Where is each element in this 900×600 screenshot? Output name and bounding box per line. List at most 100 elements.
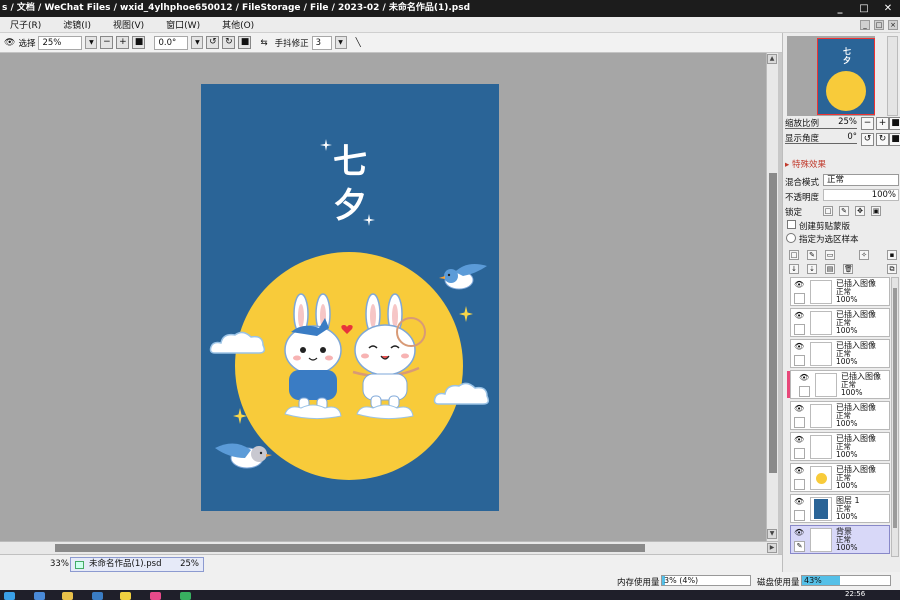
eye-icon[interactable]: 👁 xyxy=(799,373,809,383)
navigator-preview[interactable]: 七夕 xyxy=(787,36,875,116)
minimize-button[interactable]: _ xyxy=(828,0,852,17)
layer-item[interactable]: 👁 已插入图像 正常 100% xyxy=(790,432,890,461)
taskbar-app-icon[interactable] xyxy=(150,592,161,600)
pen-icon[interactable]: ✎ xyxy=(794,541,805,552)
nav-rotate-reset-button[interactable]: ■ xyxy=(889,133,900,146)
layer-effects-icon[interactable]: ✧ xyxy=(859,250,869,260)
nav-zoom-out-button[interactable]: − xyxy=(861,117,874,130)
layer-mask-icon[interactable]: ▪ xyxy=(887,250,897,260)
menu-other[interactable]: 其他(O) xyxy=(212,18,266,31)
effects-toggle[interactable]: ▸ 特殊效果 xyxy=(785,158,826,170)
zoom-out-button[interactable]: − xyxy=(100,36,114,49)
scroll-up-arrow-icon[interactable]: ▲ xyxy=(767,54,777,64)
layer-item[interactable]: 👁 已插入图像 正常 100% xyxy=(790,339,890,368)
canvas-vertical-scrollbar[interactable]: ▲ ▼ xyxy=(766,53,778,541)
taskbar-app-icon[interactable] xyxy=(92,592,103,600)
eye-icon[interactable]: 👁 xyxy=(4,38,15,48)
new-layer-icon[interactable]: □ xyxy=(789,250,799,260)
layer-item[interactable]: 👁 已插入图像 正常 100% xyxy=(790,277,890,306)
layer-lock-box[interactable] xyxy=(794,293,805,304)
close-button[interactable]: ✕ xyxy=(876,0,900,17)
menu-filter[interactable]: 滤镜(I) xyxy=(53,18,103,31)
layer-item[interactable]: 👁 图层 1 正常 100% xyxy=(790,494,890,523)
document-tab[interactable]: 未命名作品(1).psd 25% xyxy=(70,557,204,572)
doc-minimize-button[interactable]: _ xyxy=(860,20,870,30)
clipping-mask-checkbox[interactable] xyxy=(787,220,796,229)
flip-icon[interactable]: ⇆ xyxy=(260,38,267,48)
nav-rotate-right-button[interactable]: ↻ xyxy=(876,133,889,146)
artwork-canvas[interactable]: 七夕 xyxy=(201,84,499,511)
doc-close-button[interactable]: × xyxy=(888,20,898,30)
zoom-reset-button[interactable]: ■ xyxy=(132,36,146,49)
layer-lock-box[interactable] xyxy=(794,324,805,335)
canvas-horizontal-scrollbar[interactable]: ▶ xyxy=(0,541,778,554)
opacity-slider[interactable]: 100% xyxy=(823,189,899,201)
layer-item[interactable]: 👁 已插入图像 正常 100% xyxy=(790,401,890,430)
zoom-field[interactable]: 25% xyxy=(38,35,83,50)
taskbar-app-icon[interactable] xyxy=(34,592,45,600)
pen-slash-icon[interactable]: ╲ xyxy=(356,38,361,48)
zoom-in-button[interactable]: + xyxy=(116,36,130,49)
layer-item[interactable]: 👁 已插入图像 正常 100% xyxy=(787,370,890,399)
eye-icon[interactable]: 👁 xyxy=(794,497,804,507)
eye-icon[interactable]: 👁 xyxy=(794,435,804,445)
horizontal-scroll-thumb[interactable] xyxy=(55,544,645,552)
scroll-right-arrow-icon[interactable]: ▶ xyxy=(767,543,777,553)
stabilizer-field[interactable]: 3 xyxy=(311,35,332,50)
nav-zoom-in-button[interactable]: + xyxy=(876,117,889,130)
merge-down-icon[interactable]: ⇣ xyxy=(807,264,817,274)
nav-rotate-left-button[interactable]: ↺ xyxy=(861,133,874,146)
new-folder-icon[interactable]: ▭ xyxy=(825,250,835,260)
nav-angle-slider[interactable] xyxy=(785,143,857,144)
new-vector-layer-icon[interactable]: ✎ xyxy=(807,250,817,260)
selection-source-checkbox[interactable] xyxy=(786,233,796,243)
layer-lock-box[interactable] xyxy=(794,355,805,366)
rotate-left-button[interactable]: ↺ xyxy=(206,36,220,49)
layer-scroll-thumb[interactable] xyxy=(893,288,897,528)
zoom-dropdown-icon[interactable]: ▼ xyxy=(85,36,98,49)
clear-layer-icon[interactable]: ▤ xyxy=(825,264,835,274)
layer-lock-box[interactable] xyxy=(794,417,805,428)
eye-icon[interactable]: 👁 xyxy=(794,466,804,476)
lock-paint-icon[interactable]: ✎ xyxy=(839,206,849,216)
eye-icon[interactable]: 👁 xyxy=(794,342,804,352)
eye-icon[interactable]: 👁 xyxy=(794,528,804,538)
duplicate-layer-icon[interactable]: ⧉ xyxy=(887,264,897,274)
layer-lock-box[interactable] xyxy=(794,479,805,490)
transfer-down-icon[interactable]: ↓ xyxy=(789,264,799,274)
lock-all-icon[interactable]: ▣ xyxy=(871,206,881,216)
stabilizer-dropdown-icon[interactable]: ▼ xyxy=(334,36,347,49)
layer-list-scrollbar[interactable] xyxy=(891,277,899,557)
lock-transparency-icon[interactable]: □ xyxy=(823,206,833,216)
blend-mode-select[interactable]: 正常 xyxy=(823,174,899,186)
nav-zoom-reset-button[interactable]: ■ xyxy=(889,117,900,130)
vertical-scroll-thumb[interactable] xyxy=(769,173,777,473)
menu-window[interactable]: 窗口(W) xyxy=(156,18,212,31)
layer-item[interactable]: 👁 已插入图像 正常 100% xyxy=(790,463,890,492)
start-icon[interactable] xyxy=(4,592,15,600)
eye-icon[interactable]: 👁 xyxy=(794,311,804,321)
navigator-scrollbar[interactable] xyxy=(887,36,898,116)
layer-lock-box[interactable] xyxy=(794,448,805,459)
scroll-down-arrow-icon[interactable]: ▼ xyxy=(767,529,777,539)
eye-icon[interactable]: 👁 xyxy=(794,404,804,414)
angle-dropdown-icon[interactable]: ▼ xyxy=(191,36,204,49)
canvas-area[interactable]: 七夕 xyxy=(0,53,766,541)
maximize-button[interactable]: □ xyxy=(852,0,876,17)
layer-lock-box[interactable] xyxy=(799,386,810,397)
nav-zoom-slider[interactable] xyxy=(785,128,857,129)
delete-layer-icon[interactable]: 🗑 xyxy=(843,264,853,274)
folder-icon[interactable] xyxy=(62,592,73,600)
doc-restore-button[interactable]: □ xyxy=(874,20,884,30)
taskbar-app-icon[interactable] xyxy=(120,592,131,600)
layer-item-selected[interactable]: 👁 ✎ 背景 正常 100% xyxy=(790,525,890,554)
taskbar-app-icon[interactable] xyxy=(180,592,191,600)
layer-lock-box[interactable] xyxy=(794,510,805,521)
angle-field[interactable]: 0.0° xyxy=(154,35,189,50)
eye-icon[interactable]: 👁 xyxy=(794,280,804,290)
rotate-reset-button[interactable]: ■ xyxy=(238,36,252,49)
layer-item[interactable]: 👁 已插入图像 正常 100% xyxy=(790,308,890,337)
menu-view[interactable]: 视图(V) xyxy=(103,18,156,31)
navigator-thumbnail[interactable]: 七夕 xyxy=(817,38,875,115)
lock-move-icon[interactable]: ✥ xyxy=(855,206,865,216)
